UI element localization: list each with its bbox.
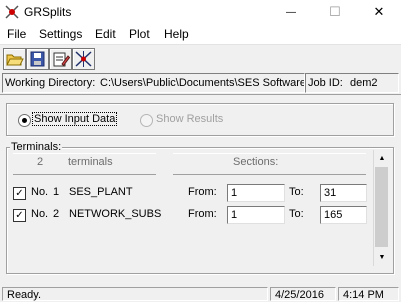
job-id-value: dem2 bbox=[350, 77, 378, 89]
terminal-1-to-label: To: bbox=[289, 186, 304, 198]
run-button[interactable] bbox=[72, 48, 95, 70]
show-results-radio[interactable] bbox=[140, 114, 153, 127]
save-button[interactable] bbox=[26, 48, 49, 70]
terminal-1-checkbox[interactable]: ✓ bbox=[13, 187, 26, 200]
terminal-count: 2 bbox=[37, 156, 44, 168]
open-button[interactable] bbox=[3, 48, 26, 70]
status-date: 4/25/2016 bbox=[270, 287, 336, 301]
terminal-1-number: 1 bbox=[53, 186, 60, 198]
edit-icon bbox=[53, 52, 71, 67]
checkmark-icon: ✓ bbox=[15, 188, 24, 199]
show-input-radio[interactable] bbox=[18, 114, 31, 127]
status-time: 4:14 PM bbox=[338, 287, 399, 301]
terminals-scrollbar[interactable]: ▲ ▼ bbox=[373, 150, 390, 266]
menu-help[interactable]: Help bbox=[164, 27, 189, 41]
menu-plot[interactable]: Plot bbox=[129, 27, 150, 41]
terminal-2-number: 2 bbox=[53, 208, 60, 220]
show-input-label[interactable]: Show Input Data bbox=[31, 112, 118, 126]
job-id-panel: Job ID: dem2 bbox=[305, 73, 399, 93]
checkmark-icon: ✓ bbox=[15, 210, 24, 221]
scroll-down-icon[interactable]: ▼ bbox=[375, 250, 389, 264]
terminal-2-to-field[interactable]: 165 bbox=[320, 206, 367, 224]
maximize-icon: ☐ bbox=[329, 4, 341, 19]
minimize-icon: — bbox=[286, 6, 296, 18]
terminal-1-to-field[interactable]: 31 bbox=[320, 184, 367, 202]
close-icon: ✕ bbox=[373, 4, 385, 19]
menu-edit[interactable]: Edit bbox=[95, 27, 116, 41]
terminal-2-name: NETWORK_SUBS bbox=[69, 208, 162, 220]
terminal-2-from-label: From: bbox=[188, 208, 217, 220]
terminal-1-from-label: From: bbox=[188, 186, 217, 198]
menu-settings[interactable]: Settings bbox=[39, 27, 82, 41]
working-directory-value: C:\Users\Public\Documents\SES Software bbox=[100, 77, 305, 89]
terminal-1-name: SES_PLANT bbox=[69, 186, 133, 198]
scroll-up-icon[interactable]: ▲ bbox=[375, 151, 389, 165]
edit-button[interactable] bbox=[49, 48, 72, 70]
working-directory-label: Working Directory: bbox=[5, 77, 96, 89]
job-id-label: Job ID: bbox=[308, 77, 343, 89]
maximize-button[interactable]: ☐ bbox=[313, 0, 357, 24]
window-title: GRSplits bbox=[24, 5, 72, 19]
close-button[interactable]: ✕ bbox=[357, 0, 401, 24]
minimize-button[interactable]: — bbox=[269, 0, 313, 24]
terminal-1-no-label: No. bbox=[31, 186, 49, 198]
terminal-2-checkbox[interactable]: ✓ bbox=[13, 209, 26, 222]
open-folder-icon bbox=[6, 54, 24, 66]
app-icon bbox=[5, 5, 19, 19]
working-directory-panel: Working Directory: C:\Users\Public\Docum… bbox=[2, 73, 305, 93]
terminal-count-label: terminals bbox=[68, 156, 113, 168]
show-results-label[interactable]: Show Results bbox=[156, 113, 223, 125]
run-icon bbox=[75, 51, 92, 67]
sections-label: Sections: bbox=[233, 156, 279, 168]
terminal-2-no-label: No. bbox=[31, 208, 49, 220]
status-text: Ready. bbox=[2, 287, 268, 301]
terminal-2-to-label: To: bbox=[289, 208, 304, 220]
terminal-2-from-field[interactable]: 1 bbox=[227, 206, 285, 224]
scroll-thumb[interactable] bbox=[375, 167, 388, 247]
terminal-1-from-field[interactable]: 1 bbox=[227, 184, 285, 202]
radio-selected-dot bbox=[22, 118, 27, 123]
save-icon bbox=[30, 51, 45, 67]
menu-file[interactable]: File bbox=[7, 27, 26, 41]
terminals-group-label: Terminals: bbox=[10, 141, 63, 153]
